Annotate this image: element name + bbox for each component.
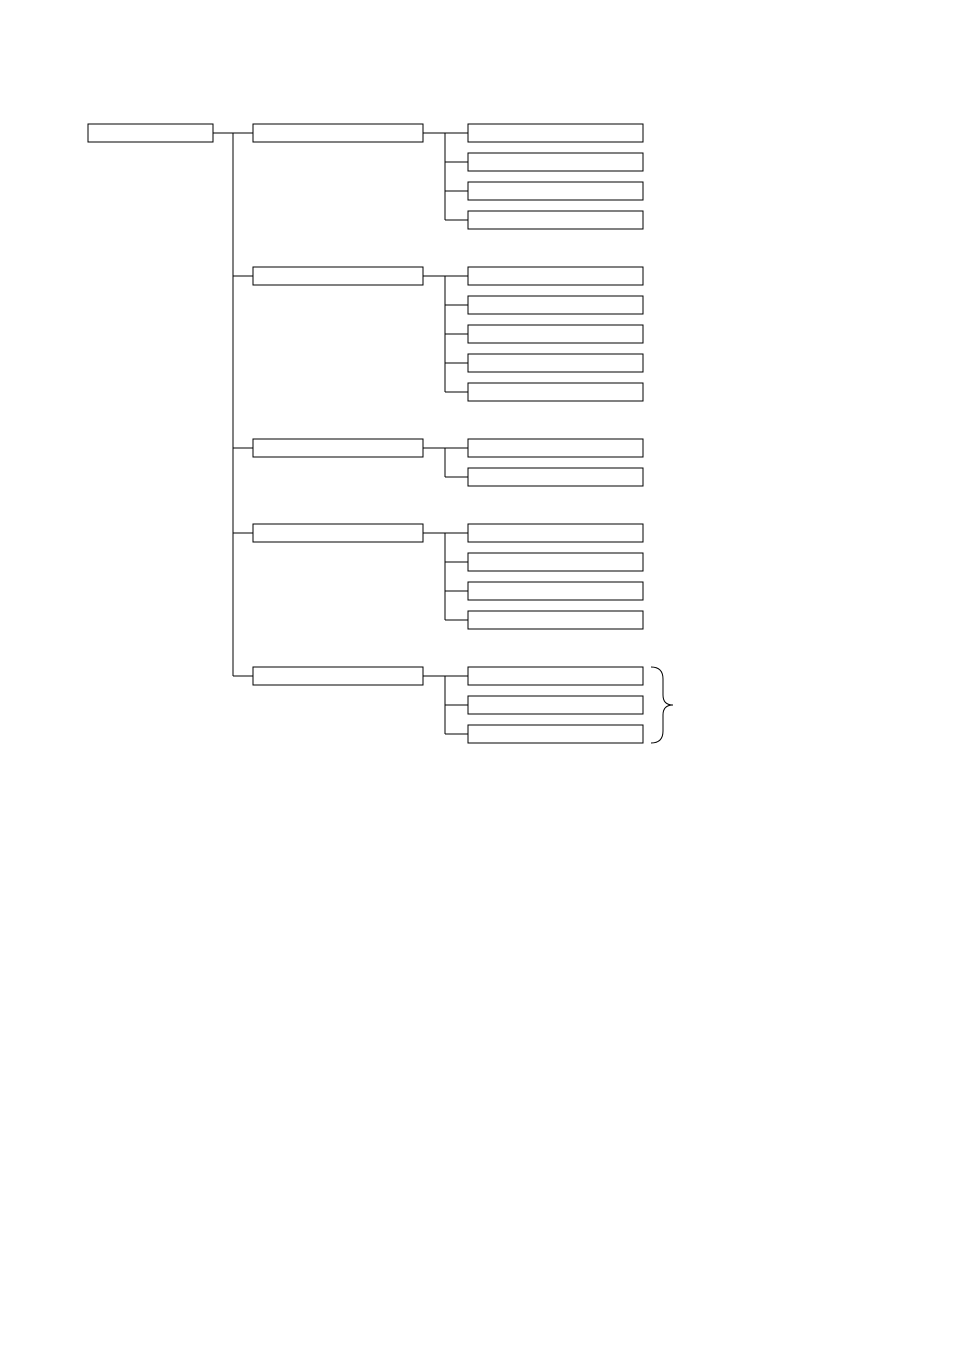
leaf-node: [468, 667, 643, 685]
branch-node: [253, 267, 423, 285]
leaf-node: [468, 153, 643, 171]
leaf-node: [468, 696, 643, 714]
leaf-node: [468, 124, 643, 142]
leaf-node: [468, 267, 643, 285]
branch-node: [253, 667, 423, 685]
branch-node: [253, 524, 423, 542]
leaf-node: [468, 582, 643, 600]
brace-icon: [651, 667, 673, 743]
leaf-node: [468, 524, 643, 542]
tree-diagram: [0, 0, 954, 1349]
branch-node: [253, 124, 423, 142]
branch-node: [253, 439, 423, 457]
leaf-node: [468, 325, 643, 343]
leaf-node: [468, 182, 643, 200]
root-node: [88, 124, 213, 142]
leaf-node: [468, 383, 643, 401]
leaf-node: [468, 211, 643, 229]
leaf-node: [468, 296, 643, 314]
leaf-node: [468, 611, 643, 629]
leaf-node: [468, 354, 643, 372]
leaf-node: [468, 439, 643, 457]
leaf-node: [468, 553, 643, 571]
leaf-node: [468, 468, 643, 486]
leaf-node: [468, 725, 643, 743]
